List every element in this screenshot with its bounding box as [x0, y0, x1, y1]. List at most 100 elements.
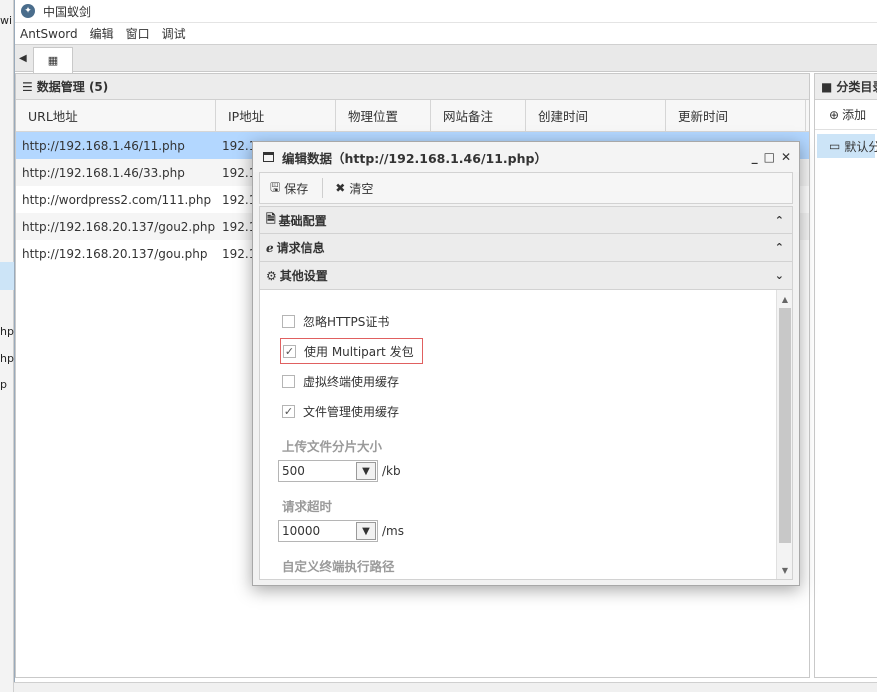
- minimize-icon[interactable]: _: [752, 150, 758, 164]
- background-selection: [0, 262, 14, 290]
- timeout-value: 10000: [282, 524, 321, 538]
- edit-data-dialog: 编辑数据（http://192.168.1.46/11.php） _ □ ✕ 🖫…: [252, 141, 800, 586]
- toolbar-divider: [322, 178, 324, 198]
- chevron-up-icon: ⌃: [774, 241, 784, 254]
- category-item-label: 默认分类: [844, 139, 877, 154]
- menu-window[interactable]: 窗口: [126, 25, 150, 42]
- add-category-button[interactable]: ⊕ 添加: [815, 100, 877, 130]
- col-location[interactable]: 物理位置: [336, 100, 431, 131]
- background-window-bottom: [14, 682, 877, 692]
- multipart-option[interactable]: ✓ 使用 Multipart 发包: [280, 338, 423, 364]
- section-request-label: 请求信息: [276, 241, 325, 255]
- section-other-label: 其他设置: [279, 269, 328, 283]
- clear-label: 清空: [349, 181, 374, 196]
- panel-title: 数据管理 (5): [36, 80, 109, 94]
- terminal-cache-checkbox[interactable]: [282, 374, 295, 388]
- save-icon: 🖫: [270, 179, 281, 194]
- cell-url: http://192.168.1.46/11.php: [22, 138, 185, 153]
- col-created[interactable]: 创建时间: [526, 100, 666, 131]
- timeout-label: 请求超时: [282, 498, 333, 514]
- cell-url: http://wordpress2.com/111.php: [22, 192, 212, 207]
- cell-url: http://192.168.1.46/33.php: [22, 165, 185, 180]
- chevron-down-icon: ⌄: [774, 269, 784, 282]
- background-text: hp: [0, 352, 14, 365]
- file-cache-option[interactable]: ✓ 文件管理使用缓存: [282, 396, 423, 426]
- scroll-down-icon[interactable]: ▼: [777, 563, 792, 577]
- timeout-row: 10000 ▼ /ms: [278, 516, 423, 546]
- background-text: wi: [0, 14, 13, 27]
- timeout-select[interactable]: 10000 ▼: [278, 520, 378, 542]
- menu-antsword[interactable]: AntSword: [20, 27, 78, 41]
- panel-header: ☰ 数据管理 (5): [16, 74, 809, 100]
- category-title: 分类目录: [836, 80, 877, 94]
- cell-url: http://192.168.20.137/gou2.php: [22, 219, 216, 234]
- chevron-down-icon[interactable]: ▼: [356, 462, 376, 480]
- dialog-title: 编辑数据（http://192.168.1.46/11.php）: [282, 150, 547, 166]
- menu-bar: AntSword 编辑 窗口 调试: [15, 22, 877, 44]
- save-label: 保存: [284, 181, 309, 196]
- multipart-checkbox[interactable]: ✓: [283, 344, 296, 358]
- tab-home[interactable]: ▦: [33, 47, 73, 73]
- table-header: URL地址 IP地址 物理位置 网站备注 创建时间 更新时间: [16, 100, 809, 132]
- col-ip[interactable]: IP地址: [216, 100, 336, 131]
- chunk-size-value: 500: [282, 464, 305, 478]
- section-basic-label: 基础配置: [278, 213, 327, 228]
- chevron-up-icon: ⌃: [774, 213, 784, 227]
- ie-icon: ℯ: [266, 240, 274, 255]
- scroll-up-icon[interactable]: ▲: [777, 292, 792, 306]
- custom-path-label: 自定义终端执行路径: [282, 558, 395, 574]
- app-logo-icon: ✦: [21, 4, 35, 18]
- other-settings-body: 忽略HTTPS证书 ✓ 使用 Multipart 发包 虚拟终端使用缓存 ✓ 文…: [259, 290, 793, 580]
- ignore-https-label: 忽略HTTPS证书: [303, 314, 390, 329]
- scrollbar-thumb[interactable]: [779, 308, 791, 543]
- ignore-https-checkbox[interactable]: [282, 314, 295, 328]
- cell-url: http://192.168.20.137/gou.php: [22, 246, 208, 261]
- background-window-edge: wi hp hp p: [0, 0, 14, 692]
- window-title: 中国蚁剑: [43, 4, 92, 19]
- file-icon: 🗎: [266, 211, 276, 226]
- chunk-size-select[interactable]: 500 ▼: [278, 460, 378, 482]
- category-item-default[interactable]: ▭ 默认分类: [817, 134, 877, 158]
- title-bar: ✦ 中国蚁剑: [15, 0, 877, 22]
- close-icon[interactable]: ✕: [781, 150, 791, 164]
- dialog-title-bar[interactable]: 编辑数据（http://192.168.1.46/11.php） _ □ ✕: [253, 142, 799, 172]
- file-cache-checkbox[interactable]: ✓: [282, 404, 295, 418]
- chevron-down-icon[interactable]: ▼: [356, 522, 376, 540]
- clear-button[interactable]: ✖ 清空: [335, 180, 381, 197]
- add-category-label: 添加: [842, 108, 867, 122]
- terminal-cache-label: 虚拟终端使用缓存: [303, 374, 400, 389]
- grid-icon: ▦: [47, 54, 59, 67]
- chunk-size-unit: /kb: [382, 464, 401, 478]
- list-icon: ☰: [22, 79, 33, 94]
- maximize-icon[interactable]: □: [764, 150, 775, 164]
- scrollbar[interactable]: ▲ ▼: [776, 290, 792, 579]
- col-note[interactable]: 网站备注: [431, 100, 526, 131]
- save-button[interactable]: 🖫 保存: [270, 178, 316, 199]
- plus-circle-icon: ⊕: [829, 107, 840, 122]
- chunk-size-row: 500 ▼ /kb: [278, 456, 423, 486]
- col-updated[interactable]: 更新时间: [666, 100, 806, 131]
- times-icon: ✖: [335, 181, 346, 195]
- menu-debug[interactable]: 调试: [162, 25, 186, 42]
- chunk-size-label: 上传文件分片大小: [282, 438, 383, 454]
- multipart-label: 使用 Multipart 发包: [304, 344, 414, 359]
- terminal-cache-option[interactable]: 虚拟终端使用缓存: [282, 366, 423, 396]
- col-url[interactable]: URL地址: [16, 100, 216, 131]
- timeout-unit: /ms: [382, 524, 404, 538]
- folder-icon: ■: [821, 79, 833, 94]
- section-other-settings[interactable]: ⚙ 其他设置 ⌄: [259, 262, 793, 290]
- background-text: hp: [0, 325, 14, 338]
- background-text: p: [0, 378, 7, 391]
- ignore-https-option[interactable]: 忽略HTTPS证书: [282, 306, 423, 336]
- file-cache-label: 文件管理使用缓存: [303, 404, 400, 419]
- cogs-icon: ⚙: [266, 268, 277, 283]
- tab-bar: ◀ ▦: [15, 44, 877, 73]
- category-panel: ■ 分类目录 ⊕ 添加 ▭ 默认分类: [814, 73, 877, 678]
- section-basic-config[interactable]: 🗎 基础配置 ⌃: [259, 206, 793, 234]
- dialog-toolbar: 🖫 保存 ✖ 清空: [259, 172, 793, 204]
- window-icon: [263, 152, 274, 162]
- tab-scroll-left-icon[interactable]: ◀: [19, 53, 27, 64]
- menu-edit[interactable]: 编辑: [90, 25, 114, 42]
- folder-open-icon: ▭: [829, 139, 841, 153]
- section-request-info[interactable]: ℯ 请求信息 ⌃: [259, 234, 793, 262]
